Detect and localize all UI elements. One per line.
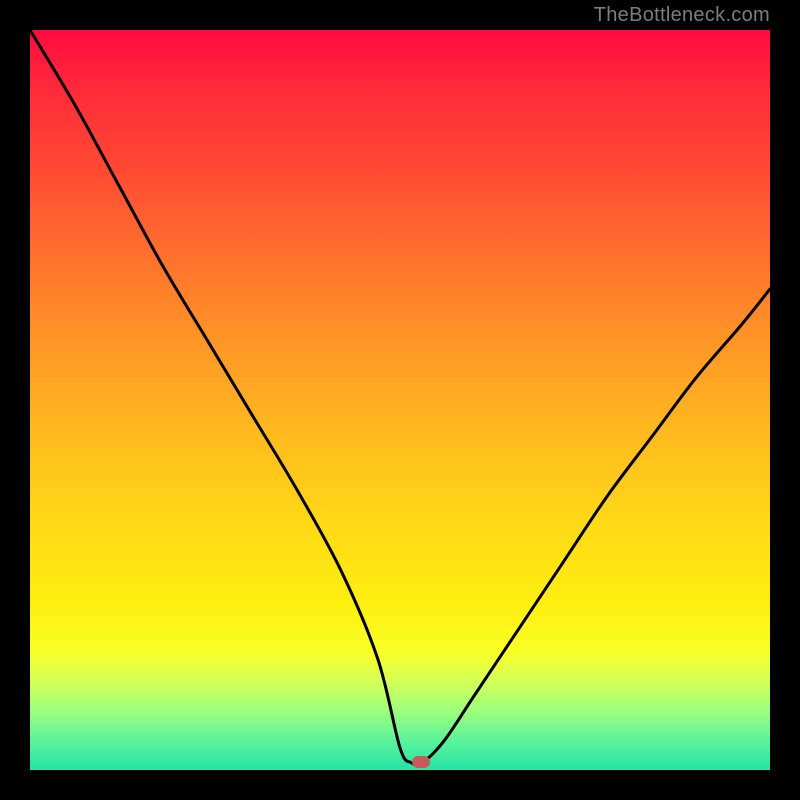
chart-frame: TheBottleneck.com <box>0 0 800 800</box>
curve-svg <box>30 30 770 770</box>
watermark: TheBottleneck.com <box>594 4 770 27</box>
bottleneck-curve <box>30 30 770 765</box>
chart-plot-area <box>30 30 770 770</box>
optimal-marker <box>412 756 430 768</box>
